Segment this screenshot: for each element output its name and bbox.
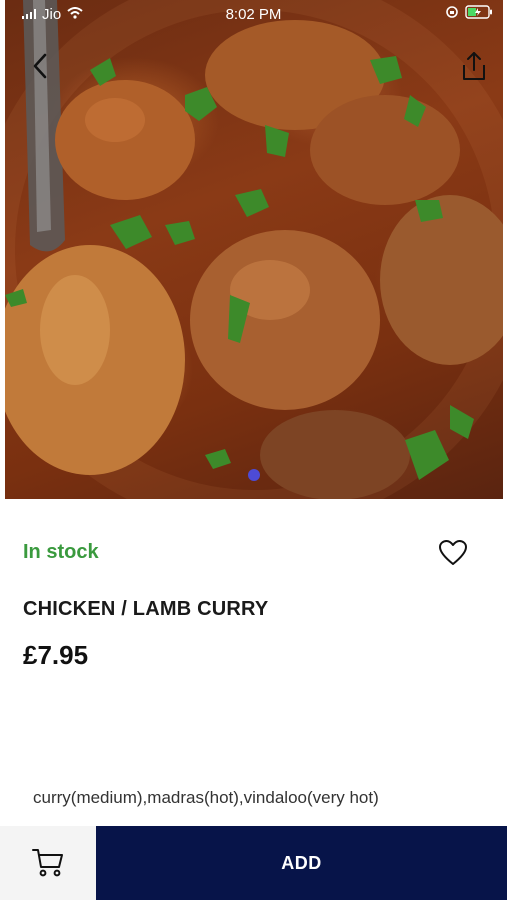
- heart-outline-icon: [439, 540, 467, 565]
- image-pager-dot[interactable]: [248, 469, 260, 481]
- back-button[interactable]: [22, 48, 58, 84]
- product-image[interactable]: [5, 0, 503, 499]
- cart-icon: [32, 849, 63, 877]
- cart-button[interactable]: [0, 826, 96, 900]
- share-icon: [463, 52, 485, 80]
- add-to-cart-button[interactable]: ADD: [96, 826, 507, 900]
- share-button[interactable]: [456, 48, 492, 84]
- status-right: [445, 5, 493, 23]
- favorite-button[interactable]: [436, 537, 470, 569]
- status-bar: Jio 8:02 PM: [0, 0, 507, 30]
- bottom-action-bar: ADD: [0, 826, 507, 900]
- status-time: 8:02 PM: [225, 6, 282, 23]
- curry-photo-illustration: [5, 0, 503, 499]
- stock-status: In stock: [23, 541, 99, 563]
- product-title: CHICKEN / LAMB CURRY: [23, 598, 269, 620]
- product-detail-screen: Jio 8:02 PM In stock CHICKEN / LAMB CURR…: [0, 0, 507, 900]
- rotation-lock-icon: [445, 5, 459, 23]
- chevron-left-icon: [33, 53, 47, 79]
- product-options-text: curry(medium),madras(hot),vindaloo(very …: [33, 788, 379, 807]
- product-price: £7.95: [23, 640, 89, 670]
- battery-icon: [465, 5, 493, 23]
